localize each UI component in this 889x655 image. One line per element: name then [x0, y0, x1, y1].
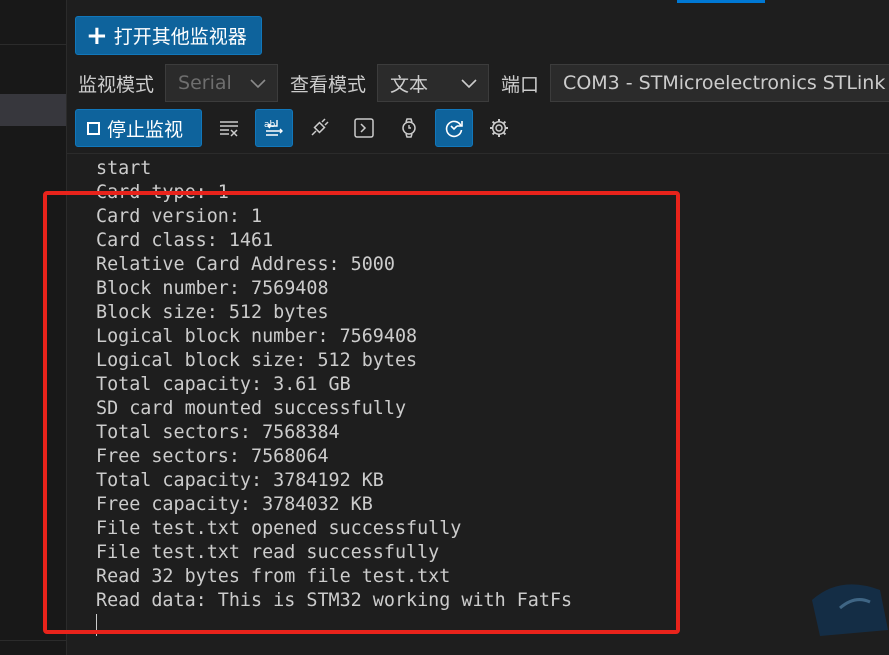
output-line: Relative Card Address: 5000	[96, 254, 395, 275]
output-line: Block number: 7569408	[96, 278, 329, 299]
serial-output[interactable]: start Card type: 1 Card version: 1 Card cla…	[96, 157, 856, 613]
output-line: Card class: 1461	[96, 230, 274, 251]
timestamp-button[interactable]	[390, 109, 428, 147]
output-line: Total sectors: 7568384	[96, 422, 340, 443]
line-ending-icon: ab	[264, 120, 283, 136]
output-line: Logical block number: 7569408	[96, 326, 418, 347]
output-line: Card type: 1	[96, 182, 229, 203]
auto-scroll-toggle[interactable]	[435, 109, 473, 147]
settings-button[interactable]	[480, 109, 518, 147]
view-mode-value: 文本	[390, 73, 429, 96]
chevron-down-icon	[461, 79, 477, 89]
monitor-mode-select[interactable]: Serial	[165, 64, 279, 102]
monitor-actions-row: 停止监视 ab	[75, 108, 518, 148]
view-mode-select[interactable]: 文本	[377, 64, 490, 102]
open-other-monitor-label: 打开其他监视器	[113, 26, 247, 48]
monitor-mode-label: 监视模式	[78, 73, 155, 96]
output-line: Total capacity: 3784192 KB	[96, 470, 384, 491]
stop-monitor-label: 停止监视	[107, 118, 184, 141]
plus-icon: +	[86, 20, 108, 51]
output-line: File test.txt read successfully	[96, 542, 440, 563]
line-ending-toggle[interactable]: ab	[255, 109, 293, 147]
sidebar-divider	[0, 44, 66, 45]
terminal-button[interactable]	[345, 109, 383, 147]
output-line: Free capacity: 3784032 KB	[96, 494, 373, 515]
output-line: start	[96, 158, 152, 179]
sidebar-selected-item[interactable]	[0, 94, 66, 126]
gear-icon	[490, 119, 508, 137]
output-line: SD card mounted successfully	[96, 398, 407, 419]
chevron-down-icon	[250, 79, 266, 89]
sidebar-edge	[0, 0, 67, 655]
port-select[interactable]: COM3 - STMicroelectronics STLink V	[550, 64, 889, 102]
open-other-monitor-button[interactable]: + 打开其他监视器	[75, 16, 262, 55]
output-line: Total capacity: 3.61 GB	[96, 374, 351, 395]
output-line: File test.txt opened successfully	[96, 518, 462, 539]
active-tab-indicator	[677, 0, 765, 3]
terminal-icon	[354, 118, 374, 138]
timestamp-watch-icon	[402, 118, 416, 138]
port-value: COM3 - STMicroelectronics STLink V	[563, 72, 889, 94]
output-line: Block size: 512 bytes	[96, 302, 329, 323]
clear-output-button[interactable]	[210, 109, 248, 147]
connect-plug-icon	[311, 118, 329, 136]
auto-scroll-icon	[445, 120, 463, 138]
watermark-logo	[812, 584, 888, 636]
toolbar-divider	[66, 153, 889, 154]
sidebar-divider	[0, 640, 66, 641]
output-line: Read 32 bytes from file test.txt	[96, 566, 451, 587]
view-mode-label: 查看模式	[290, 73, 367, 96]
output-line: Card version: 1	[96, 206, 263, 227]
port-label: 端口	[501, 73, 540, 96]
output-line: Logical block size: 512 bytes	[96, 350, 418, 371]
text-cursor	[96, 614, 97, 636]
monitor-settings-row: 监视模式 Serial 查看模式 文本 端口 COM3 - STMicroele…	[78, 64, 889, 102]
serial-monitor-panel: + 打开其他监视器 监视模式 Serial 查看模式 文本 端口 COM3 - …	[0, 0, 889, 655]
output-line: Read data: This is STM32 working with Fa…	[96, 590, 573, 611]
clear-output-icon	[220, 121, 238, 137]
stop-square-icon	[87, 121, 100, 135]
stop-monitor-button[interactable]: 停止监视	[75, 109, 202, 147]
monitor-mode-value: Serial	[178, 72, 232, 94]
connect-button[interactable]	[300, 109, 338, 147]
output-line: Free sectors: 7568064	[96, 446, 329, 467]
